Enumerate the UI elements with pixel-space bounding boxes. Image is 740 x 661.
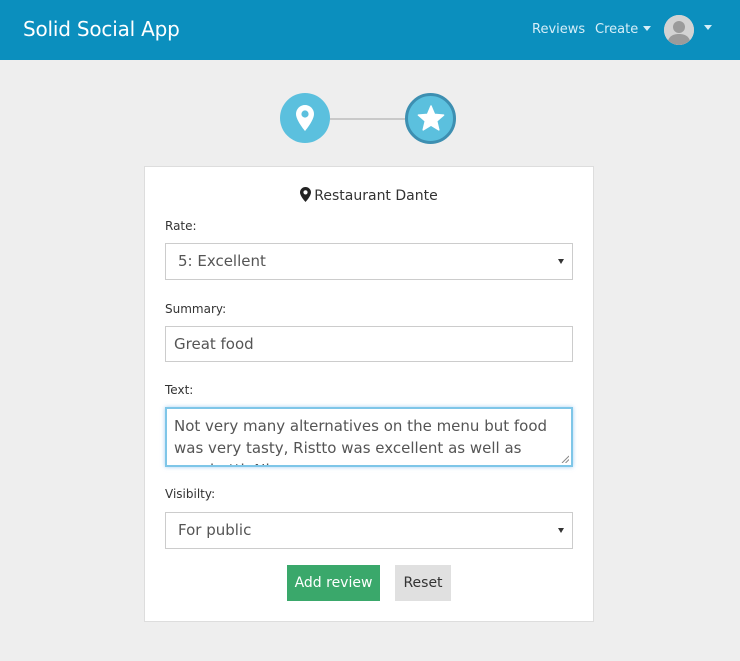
select-arrow-icon bbox=[558, 528, 564, 533]
avatar bbox=[664, 15, 694, 45]
step-rating[interactable] bbox=[405, 93, 456, 144]
rate-label: Rate: bbox=[165, 219, 197, 233]
summary-label: Summary: bbox=[165, 302, 227, 316]
caret-down-icon bbox=[704, 25, 712, 30]
review-text-value: Not very many alternatives on the menu b… bbox=[174, 417, 548, 465]
visibility-select-value: For public bbox=[178, 521, 252, 539]
add-review-button[interactable]: Add review bbox=[287, 565, 380, 601]
rate-select[interactable]: 5: Excellent bbox=[165, 243, 573, 280]
map-marker-icon bbox=[300, 187, 312, 202]
nav-create-label: Create bbox=[595, 22, 639, 37]
reset-button[interactable]: Reset bbox=[395, 565, 451, 601]
summary-input[interactable]: Great food bbox=[165, 326, 573, 362]
place-name: Restaurant Dante bbox=[314, 188, 438, 204]
review-form-card: Restaurant Dante Rate: 5: Excellent Summ… bbox=[144, 166, 594, 622]
visibility-label: Visibilty: bbox=[165, 487, 216, 501]
place-heading: Restaurant Dante bbox=[145, 187, 593, 205]
text-label: Text: bbox=[165, 383, 194, 397]
visibility-select[interactable]: For public bbox=[165, 512, 573, 549]
map-marker-icon bbox=[296, 105, 314, 131]
select-arrow-icon bbox=[558, 259, 564, 264]
review-text-area[interactable]: Not very many alternatives on the menu b… bbox=[165, 407, 573, 467]
navbar: Solid Social App Reviews Create bbox=[0, 0, 740, 60]
step-connector bbox=[330, 118, 405, 120]
app-brand[interactable]: Solid Social App bbox=[23, 16, 180, 42]
nav-create-dropdown[interactable]: Create bbox=[595, 21, 652, 38]
summary-input-value: Great food bbox=[174, 335, 254, 353]
user-avatar-icon bbox=[664, 15, 694, 45]
step-location[interactable] bbox=[280, 93, 330, 143]
resize-grip-icon[interactable] bbox=[561, 455, 569, 463]
nav-reviews-link[interactable]: Reviews bbox=[532, 21, 585, 38]
caret-down-icon bbox=[643, 26, 652, 31]
star-icon bbox=[417, 105, 444, 131]
rate-select-value: 5: Excellent bbox=[178, 252, 266, 270]
nav-reviews-label: Reviews bbox=[532, 22, 586, 37]
